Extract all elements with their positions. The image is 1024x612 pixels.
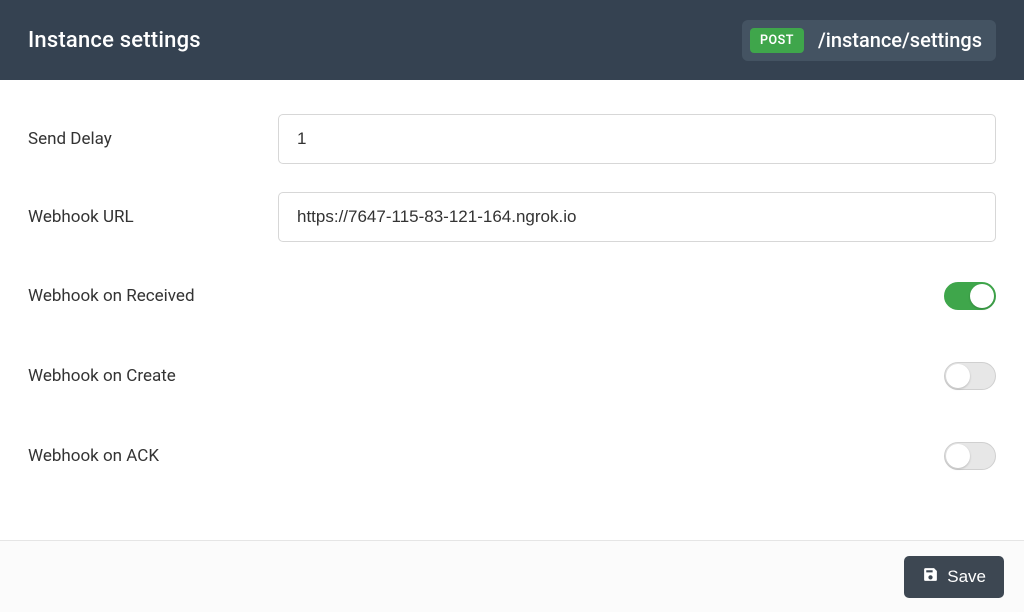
label-webhook-ack: Webhook on ACK <box>28 446 278 466</box>
row-webhook-create: Webhook on Create <box>28 336 996 416</box>
settings-form: Send Delay Webhook URL Webhook on Receiv… <box>0 80 1024 506</box>
save-button[interactable]: Save <box>904 556 1004 598</box>
toggle-webhook-received[interactable] <box>944 282 996 310</box>
endpoint-chip: POST /instance/settings <box>742 20 996 61</box>
toggle-knob <box>946 444 970 468</box>
toggle-knob <box>970 284 994 308</box>
row-webhook-url: Webhook URL <box>28 178 996 256</box>
footer-bar: Save <box>0 540 1024 612</box>
page-title: Instance settings <box>28 28 201 53</box>
page-header: Instance settings POST /instance/setting… <box>0 0 1024 80</box>
endpoint-path: /instance/settings <box>818 28 982 52</box>
row-send-delay: Send Delay <box>28 100 996 178</box>
row-webhook-received: Webhook on Received <box>28 256 996 336</box>
toggle-knob <box>946 364 970 388</box>
label-send-delay: Send Delay <box>28 129 278 149</box>
save-icon <box>922 566 939 588</box>
save-button-label: Save <box>947 567 986 587</box>
send-delay-input[interactable] <box>278 114 996 164</box>
http-method-badge: POST <box>750 28 804 53</box>
toggle-webhook-ack[interactable] <box>944 442 996 470</box>
row-webhook-ack: Webhook on ACK <box>28 416 996 496</box>
label-webhook-url: Webhook URL <box>28 207 278 227</box>
toggle-webhook-create[interactable] <box>944 362 996 390</box>
label-webhook-create: Webhook on Create <box>28 366 278 386</box>
webhook-url-input[interactable] <box>278 192 996 242</box>
label-webhook-received: Webhook on Received <box>28 286 278 306</box>
